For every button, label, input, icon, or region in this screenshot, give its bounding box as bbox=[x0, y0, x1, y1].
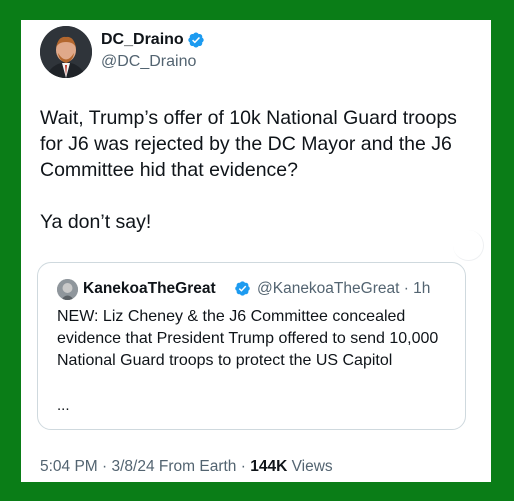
quoted-tweet[interactable]: KanekoaTheGreat @KanekoaTheGreat · 1h NE… bbox=[37, 262, 466, 430]
tweet-body: Wait, Trump’s offer of 10k National Guar… bbox=[40, 105, 480, 235]
quoted-tweet-truncation: ... bbox=[57, 397, 70, 414]
verified-badge-icon bbox=[235, 281, 250, 296]
tweet-card: DC_Draino @DC_Draino Wait, Trump’s offer… bbox=[21, 20, 491, 482]
quoted-author-avatar[interactable] bbox=[57, 279, 78, 300]
author-handle[interactable]: @DC_Draino bbox=[101, 53, 196, 71]
tweet-text-paragraph: Ya don’t say! bbox=[40, 211, 152, 233]
author-name[interactable]: DC_Draino bbox=[101, 31, 184, 49]
quoted-author-handle[interactable]: @KanekoaTheGreat · 1h bbox=[257, 280, 430, 298]
tweet-text-paragraph: Wait, Trump’s offer of 10k National Guar… bbox=[40, 107, 457, 181]
views-count[interactable]: 144K bbox=[250, 458, 287, 475]
verified-badge-icon bbox=[188, 32, 204, 48]
quoted-tweet-text: NEW: Liz Cheney & the J6 Committee conce… bbox=[57, 308, 439, 369]
author-avatar[interactable] bbox=[40, 26, 92, 78]
tweet-timestamp[interactable]: 5:04 PM · 3/8/24 From Earth · bbox=[40, 458, 250, 475]
quoted-author-name[interactable]: KanekoaTheGreat bbox=[83, 280, 216, 298]
tweet-meta: 5:04 PM · 3/8/24 From Earth · 144K Views bbox=[40, 458, 333, 476]
views-label: Views bbox=[287, 458, 333, 475]
decorative-arc bbox=[453, 230, 484, 261]
